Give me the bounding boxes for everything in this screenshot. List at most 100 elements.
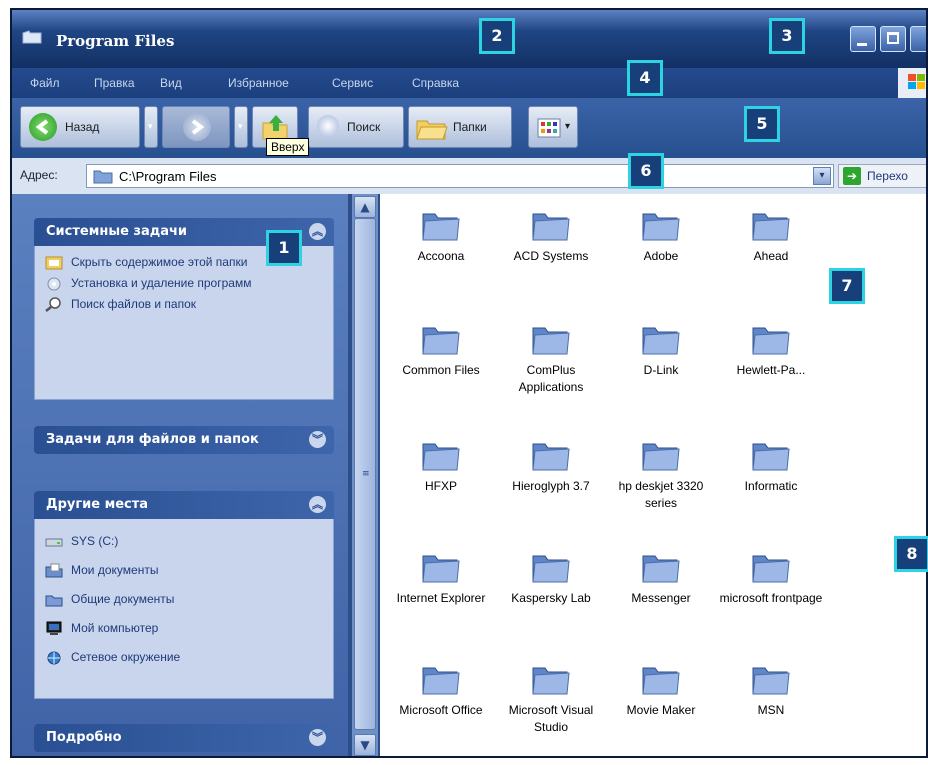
folder-item[interactable]: Kaspersky Lab [496, 550, 606, 607]
task-search-files[interactable]: Поиск файлов и папок [45, 296, 323, 312]
shared-documents-icon [45, 595, 63, 607]
folder-icon [642, 327, 680, 355]
place-shared-documents[interactable]: Общие документы [45, 591, 323, 607]
back-arrow-icon [29, 113, 57, 141]
maximize-button[interactable] [880, 26, 906, 52]
window-title: Program Files [56, 32, 175, 50]
callout-badge: 3 [769, 18, 805, 54]
folder-item[interactable]: Hieroglyph 3.7 [496, 438, 606, 495]
menu-tools[interactable]: Сервис [332, 76, 373, 90]
views-button[interactable]: ▾ [528, 106, 578, 148]
place-sys-drive[interactable]: SYS (C:) [45, 533, 323, 549]
callout-badge: 1 [266, 230, 302, 266]
folder-item[interactable]: Microsoft Visual Studio [496, 662, 606, 736]
explorer-window: Program Files Файл Правка Вид Избранное … [10, 8, 928, 758]
folder-item[interactable]: D-Link [606, 322, 716, 379]
task-add-remove-programs[interactable]: Установка и удаление программ [45, 275, 323, 291]
folder-item[interactable]: Messenger [606, 550, 716, 607]
windows-logo-icon [898, 68, 926, 98]
folders-label: Папки [453, 120, 487, 134]
details-header[interactable]: Подробно ︾ [34, 724, 334, 752]
panel-title: Задачи для файлов и папок [46, 432, 259, 447]
forward-dropdown[interactable]: ▾ [234, 106, 248, 148]
search-button[interactable]: Поиск [308, 106, 404, 148]
panel-title: Системные задачи [46, 224, 188, 239]
back-button[interactable]: Назад [20, 106, 140, 148]
expand-icon[interactable]: ︾ [309, 431, 326, 448]
folder-icon [93, 170, 113, 184]
folder-icon [422, 443, 460, 471]
folder-item[interactable]: Common Files [386, 322, 496, 379]
folder-item[interactable]: Ahead [716, 208, 826, 265]
panel-title: Другие места [46, 497, 149, 512]
folder-icon [642, 555, 680, 583]
place-my-computer[interactable]: Мой компьютер [45, 620, 323, 636]
minimize-button[interactable] [850, 26, 876, 52]
place-network[interactable]: Сетевое окружение [45, 649, 323, 665]
menu-edit[interactable]: Правка [94, 76, 135, 90]
close-button[interactable] [910, 26, 926, 52]
file-tasks-header[interactable]: Задачи для файлов и папок ︾ [34, 426, 334, 454]
scrollbar-thumb[interactable]: ≡ [354, 218, 376, 730]
address-input[interactable]: C:\Program Files ▾ [86, 164, 834, 188]
folder-view-icon [45, 256, 63, 270]
folder-item[interactable]: hp deskjet 3320 series [606, 438, 716, 512]
folder-icon [22, 30, 42, 44]
folder-icon [642, 213, 680, 241]
drive-icon [45, 538, 63, 547]
address-bar: Адрес: C:\Program Files ▾ ➔ Перехо [12, 158, 926, 194]
collapse-icon[interactable]: ︽ [309, 496, 326, 513]
forward-arrow-icon [183, 113, 211, 141]
cd-install-icon [47, 277, 61, 291]
folder-icon [752, 555, 790, 583]
callout-badge: 4 [627, 60, 663, 96]
folder-icon [642, 443, 680, 471]
callout-badge: 7 [829, 268, 865, 304]
scroll-up-button[interactable]: ▲ [354, 196, 376, 218]
panel-title: Подробно [46, 730, 122, 745]
menu-help[interactable]: Справка [412, 76, 459, 90]
network-icon [47, 651, 61, 665]
folder-item[interactable]: Hewlett-Pa... [716, 322, 826, 379]
folder-icon [532, 443, 570, 471]
forward-button[interactable] [162, 106, 230, 148]
address-dropdown[interactable]: ▾ [813, 167, 831, 185]
menu-file[interactable]: Файл [30, 76, 60, 90]
folder-item[interactable]: MSN [716, 662, 826, 719]
other-places-header[interactable]: Другие места ︽ [34, 491, 334, 519]
folder-icon [532, 327, 570, 355]
collapse-icon[interactable]: ︽ [309, 223, 326, 240]
folder-item[interactable]: Movie Maker [606, 662, 716, 719]
folder-up-icon [262, 115, 288, 140]
folders-icon [416, 120, 448, 140]
folder-icon [422, 555, 460, 583]
menu-favorites[interactable]: Избранное [228, 76, 289, 90]
place-my-documents[interactable]: Мои документы [45, 562, 323, 578]
folders-button[interactable]: Папки [408, 106, 512, 148]
callout-badge: 6 [628, 153, 664, 189]
pane-scrollbar[interactable]: ▲ ≡ ▼ [352, 194, 378, 756]
search-icon [45, 297, 61, 312]
folder-item[interactable]: HFXP [386, 438, 496, 495]
search-label: Поиск [347, 120, 381, 134]
up-button-tooltip: Вверх [266, 138, 310, 156]
folder-item[interactable]: microsoft frontpage [716, 550, 826, 607]
details-panel: Подробно ︾ [34, 724, 334, 752]
folder-icon [532, 667, 570, 695]
folder-item[interactable]: ComPlus Applications [496, 322, 606, 396]
go-button[interactable]: ➔ Перехо [838, 164, 926, 188]
back-label: Назад [65, 120, 100, 134]
folder-icon [422, 667, 460, 695]
back-dropdown[interactable]: ▾ [144, 106, 158, 148]
folder-item[interactable]: Accoona [386, 208, 496, 265]
folder-item[interactable]: Microsoft Office [386, 662, 496, 719]
folder-item[interactable]: Internet Explorer [386, 550, 496, 607]
my-documents-icon [45, 563, 63, 578]
folder-item[interactable]: Informatic [716, 438, 826, 495]
expand-icon[interactable]: ︾ [309, 729, 326, 746]
folder-item[interactable]: ACD Systems [496, 208, 606, 265]
menu-view[interactable]: Вид [160, 76, 182, 90]
scroll-down-button[interactable]: ▼ [354, 734, 376, 756]
toolbar: Назад ▾ ▾ Поиск Папки ▾ [12, 98, 926, 158]
folder-item[interactable]: Adobe [606, 208, 716, 265]
